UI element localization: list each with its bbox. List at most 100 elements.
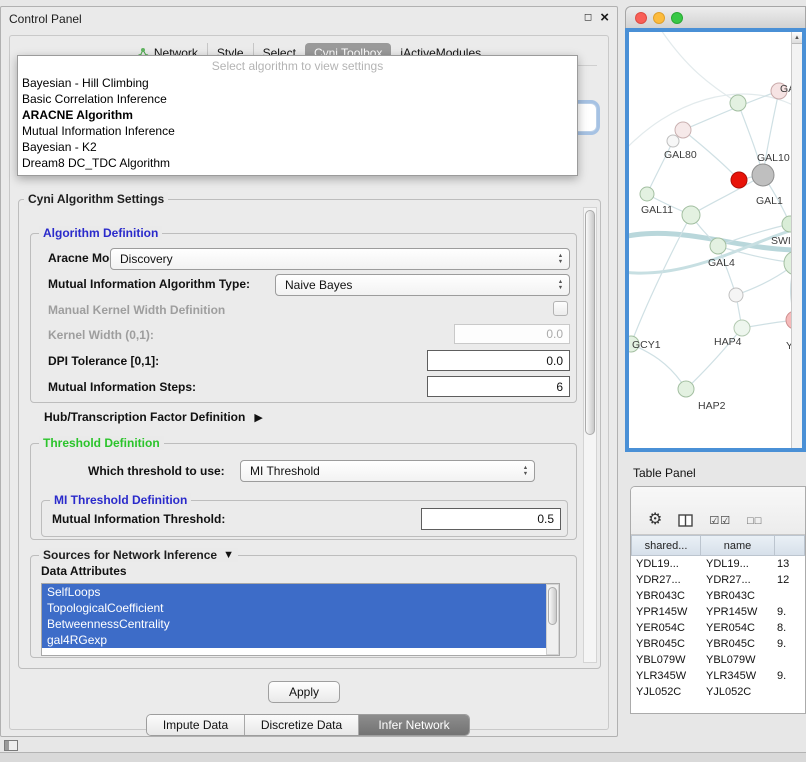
list-item[interactable]: gal4RGexp (42, 632, 547, 648)
algorithm-option[interactable]: Bayesian - Hill Climbing (18, 75, 577, 91)
network-node[interactable] (675, 122, 691, 138)
list-item[interactable]: SelfLoops (42, 584, 547, 600)
network-node[interactable] (640, 187, 654, 201)
network-node[interactable] (682, 206, 700, 224)
control-panel-title: Control Panel (9, 12, 82, 26)
list-scrollbar[interactable] (546, 584, 559, 655)
node-label: SWI4 (771, 235, 791, 247)
table-row[interactable]: YDR27... YDR27... 12 (631, 572, 805, 588)
close-window-icon[interactable]: × (600, 11, 609, 24)
cell: YBR043C (631, 590, 701, 602)
cell: 8. (775, 622, 805, 634)
mi-threshold-field[interactable]: 0.5 (421, 508, 561, 530)
list-item[interactable]: TopologicalCoefficient (42, 600, 547, 616)
minimize-button[interactable] (653, 12, 665, 24)
network-window-titlebar[interactable] (625, 6, 806, 28)
data-attributes-list[interactable]: SelfLoops TopologicalCoefficient Between… (41, 583, 560, 656)
tab-discretize-data[interactable]: Discretize Data (244, 715, 358, 735)
algorithm-dropdown-popup: Select algorithm to view settings Bayesi… (17, 55, 578, 176)
network-node[interactable] (729, 288, 743, 302)
network-node[interactable] (678, 381, 694, 397)
table-row[interactable]: YLR345W YLR345W 9. (631, 668, 805, 684)
apply-button[interactable]: Apply (268, 681, 340, 703)
network-node-red[interactable] (731, 172, 747, 188)
scroll-up-arrow-icon[interactable]: ▲ (792, 32, 802, 44)
tab-infer-network[interactable]: Infer Network (358, 715, 469, 735)
settings-scrollbar[interactable] (583, 207, 597, 663)
cell: YJL052C (631, 686, 701, 698)
dpi-tolerance-field[interactable]: 0.0 (427, 350, 570, 371)
group-title: Threshold Definition (39, 436, 164, 450)
scrollbar-thumb[interactable] (585, 210, 595, 435)
kernel-width-label: Kernel Width (0,1): (48, 328, 154, 342)
columns-glyph (678, 514, 693, 527)
node-label: GAL11 (641, 204, 673, 216)
network-canvas[interactable]: GAL80 GAL10 GAL7 GAL11 GAL1 SWI4 GAL4 GC… (629, 32, 791, 448)
hub-definition-label: Hub/Transcription Factor Definition (44, 410, 245, 424)
zoom-button[interactable] (671, 12, 683, 24)
table-row[interactable]: YER054C YER054C 8. (631, 620, 805, 636)
data-attributes-label: Data Attributes (41, 564, 127, 578)
group-title: Algorithm Definition (39, 226, 162, 240)
select-all-icon[interactable]: ☑☑ (709, 514, 731, 527)
cell: YBR045C (631, 638, 701, 650)
hub-definition-toggle[interactable]: Hub/Transcription Factor Definition ▶ (44, 410, 263, 424)
list-item[interactable]: BetweennessCentrality (42, 616, 547, 632)
kernel-width-field[interactable]: 0.0 (454, 324, 570, 344)
deselect-all-icon[interactable]: □□ (747, 515, 762, 527)
cell: YLR345W (701, 670, 775, 682)
aracne-mode-combobox[interactable]: Discovery ▲ ▼ (110, 248, 570, 270)
network-node[interactable] (667, 135, 679, 147)
panel-dock-icon[interactable] (4, 740, 18, 751)
mi-threshold-definition-group: MI Threshold Definition Mutual Informati… (41, 500, 568, 537)
network-node[interactable] (782, 216, 791, 232)
cell: YDR27... (701, 574, 775, 586)
cell: 9. (775, 638, 805, 650)
table-row[interactable]: YBR043C YBR043C (631, 588, 805, 604)
table-row[interactable]: YJL052C YJL052C (631, 684, 805, 700)
network-view-window: GAL80 GAL10 GAL7 GAL11 GAL1 SWI4 GAL4 GC… (625, 6, 806, 452)
algorithm-option[interactable]: Bayesian - K2 (18, 139, 577, 155)
control-panel-titlebar[interactable]: Control Panel ◻ × (1, 7, 617, 33)
network-node-gray[interactable] (752, 164, 774, 186)
combobox-stepper-icon: ▲ ▼ (517, 466, 534, 477)
tab-impute-data[interactable]: Impute Data (147, 715, 244, 735)
cell: YBL079W (701, 654, 775, 666)
float-window-icon[interactable]: ◻ (584, 12, 592, 23)
cell: YER054C (701, 622, 775, 634)
algorithm-option[interactable]: Dream8 DC_TDC Algorithm (18, 155, 577, 171)
which-threshold-combobox[interactable]: MI Threshold ▲ ▼ (240, 460, 535, 482)
network-node[interactable] (710, 238, 726, 254)
network-vertical-scrollbar[interactable]: ▲ (791, 32, 802, 448)
close-button[interactable] (635, 12, 647, 24)
algorithm-option-highlighted[interactable]: ARACNE Algorithm (18, 107, 577, 123)
network-node[interactable] (734, 320, 750, 336)
node-label: HAP4 (714, 336, 742, 348)
column-header[interactable] (775, 535, 805, 556)
table-row[interactable]: YPR145W YPR145W 9. (631, 604, 805, 620)
scrollbar-thumb[interactable] (548, 587, 557, 625)
algorithm-option[interactable]: Mutual Information Inference (18, 123, 577, 139)
table-row[interactable]: YDL19... YDL19... 13 (631, 556, 805, 572)
column-header[interactable]: name (701, 535, 775, 556)
table-row[interactable]: YBL079W YBL079W (631, 652, 805, 668)
table-row[interactable]: YBR045C YBR045C 9. (631, 636, 805, 652)
algorithm-option[interactable]: Basic Correlation Inference (18, 91, 577, 107)
status-strip (0, 752, 806, 762)
node-label: GAL4 (708, 257, 735, 269)
table-panel-window: ⚙ ☑☑ □□ shared... name YDL19... YDL19...… (630, 486, 806, 714)
network-node[interactable] (730, 95, 746, 111)
mi-steps-field[interactable]: 6 (427, 376, 570, 397)
columns-icon[interactable] (678, 514, 693, 527)
gear-icon[interactable]: ⚙ (648, 513, 662, 527)
up-arrow-icon: ▲ (558, 280, 563, 285)
threshold-definition-group: Threshold Definition Which threshold to … (30, 443, 577, 540)
column-header[interactable]: shared... (631, 535, 701, 556)
mi-threshold-label: Mutual Information Threshold: (52, 512, 225, 526)
up-arrow-icon: ▲ (523, 466, 528, 471)
mi-type-combobox[interactable]: Naive Bayes ▲ ▼ (275, 274, 570, 296)
node-label: HAP2 (698, 400, 726, 412)
sources-toggle[interactable]: Sources for Network Inference ▼ (39, 548, 238, 562)
manual-kernel-checkbox[interactable] (553, 301, 568, 316)
cell: YBR043C (701, 590, 775, 602)
